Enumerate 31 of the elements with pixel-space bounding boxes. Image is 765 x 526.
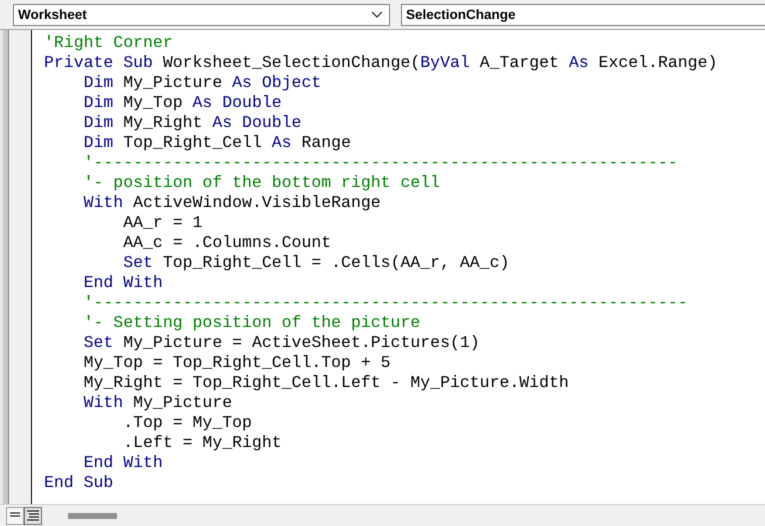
code-line: Set Top_Right_Cell = .Cells(AA_r, AA_c) — [122, 253, 510, 273]
code-line: 'Right Corner — [44, 33, 173, 53]
code-line: AA_r = 1 — [122, 213, 202, 233]
code-line: '------------------------------------------------------------ — [82, 293, 688, 313]
scrollbar-thumb[interactable] — [68, 513, 117, 519]
code-line: Dim My_Picture As Object — [82, 73, 322, 93]
code-line: .Top = My_Top — [122, 413, 252, 433]
code-line: Set My_Picture = ActiveSheet.Pictures(1) — [82, 333, 480, 353]
code-line: '----------------------------------------------------------- — [82, 153, 678, 173]
lines-icon — [26, 510, 40, 522]
full-module-view-button[interactable] — [24, 507, 42, 525]
code-line: Dim My_Top As Double — [82, 93, 282, 113]
code-line: End With — [82, 273, 163, 293]
procedure-dropdown[interactable]: SelectionChange — [401, 4, 765, 26]
code-line: Private Sub Worksheet_SelectionChange(ByVal A_Target As Excel.Range) — [44, 53, 718, 73]
code-line: With My_Picture — [82, 393, 232, 413]
code-editor[interactable] — [32, 30, 765, 504]
procedure-view-button[interactable] — [6, 507, 24, 525]
code-line: With ActiveWindow.VisibleRange — [82, 193, 381, 213]
code-line: '- position of the bottom right cell — [82, 173, 440, 193]
chevron-icon — [371, 10, 383, 18]
code-line: End Sub — [44, 473, 114, 493]
code-line: Dim My_Right As Double — [82, 113, 302, 133]
code-line: Dim Top_Right_Cell As Range — [82, 133, 351, 153]
code-line: '- Setting position of the picture — [82, 313, 420, 333]
code-line: End With — [82, 453, 163, 473]
code-line: .Left = My_Right — [122, 433, 282, 453]
object-dropdown[interactable]: Worksheet — [13, 4, 390, 26]
code-line: My_Right = Top_Right_Cell.Left - My_Picture.Width — [82, 373, 569, 393]
code-line: AA_c = .Columns.Count — [122, 233, 332, 253]
code-line: My_Top = Top_Right_Cell.Top + 5 — [82, 353, 391, 373]
